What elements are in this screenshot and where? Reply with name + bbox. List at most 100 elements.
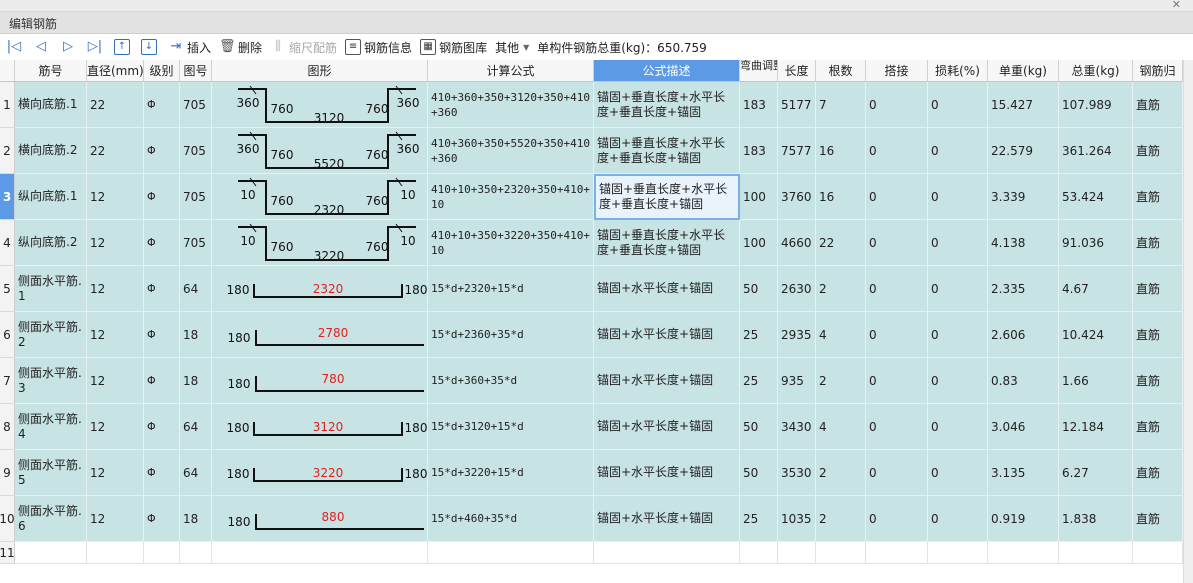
- cell-length[interactable]: 5177: [778, 82, 816, 128]
- cell-fig[interactable]: 705: [180, 82, 212, 128]
- cell-formula[interactable]: 410+360+350+5520+350+410+360: [428, 128, 594, 174]
- cell-count[interactable]: 16: [816, 174, 866, 220]
- cell-fig[interactable]: 64: [180, 266, 212, 312]
- cell-grade[interactable]: Φ: [144, 312, 180, 358]
- cell-name[interactable]: 纵向底筋.2: [15, 220, 87, 266]
- insert-button[interactable]: ⇥ 插入: [168, 36, 211, 58]
- column-header[interactable]: 搭接: [866, 60, 928, 82]
- cell-unit_w[interactable]: 22.579: [988, 128, 1059, 174]
- cell-lap[interactable]: 0: [866, 128, 928, 174]
- cell-empty[interactable]: [144, 542, 180, 564]
- cell-dia[interactable]: 12: [87, 496, 144, 542]
- cell-bend[interactable]: 100: [740, 220, 778, 266]
- cell-length[interactable]: 2935: [778, 312, 816, 358]
- cell-empty[interactable]: [816, 542, 866, 564]
- row-number[interactable]: 11: [0, 542, 15, 564]
- cell-lap[interactable]: 0: [866, 496, 928, 542]
- table-row-empty[interactable]: 11: [0, 542, 1183, 564]
- cell-desc[interactable]: 锚固+水平长度+锚固: [594, 404, 740, 450]
- cell-dia[interactable]: 22: [87, 128, 144, 174]
- cell-fig[interactable]: 18: [180, 496, 212, 542]
- column-header[interactable]: 总重(kg): [1059, 60, 1133, 82]
- cell-name[interactable]: 侧面水平筋.4: [15, 404, 87, 450]
- cell-desc[interactable]: 锚固+垂直长度+水平长度+垂直长度+锚固: [594, 128, 740, 174]
- cell-bend[interactable]: 183: [740, 128, 778, 174]
- cell-dia[interactable]: 12: [87, 358, 144, 404]
- cell-bend[interactable]: 100: [740, 174, 778, 220]
- cell-type[interactable]: 直筋: [1133, 496, 1183, 542]
- cell-dia[interactable]: 12: [87, 266, 144, 312]
- cell-lap[interactable]: 0: [866, 220, 928, 266]
- table-row[interactable]: 9 侧面水平筋.5 12 Φ 64 180 3220 180 15*d+3220+15*d 锚固+…: [0, 450, 1183, 496]
- cell-name[interactable]: 侧面水平筋.6: [15, 496, 87, 542]
- row-number[interactable]: 6: [0, 312, 15, 358]
- cell-shape[interactable]: 180 2780: [212, 312, 428, 358]
- cell-type[interactable]: 直筋: [1133, 312, 1183, 358]
- cell-dia[interactable]: 12: [87, 404, 144, 450]
- cell-bend[interactable]: 183: [740, 82, 778, 128]
- cell-count[interactable]: 16: [816, 128, 866, 174]
- cell-shape[interactable]: 180 780: [212, 358, 428, 404]
- cell-bend[interactable]: 25: [740, 358, 778, 404]
- cell-count[interactable]: 2: [816, 450, 866, 496]
- cell-empty[interactable]: [988, 542, 1059, 564]
- cell-dia[interactable]: 12: [87, 174, 144, 220]
- cell-empty[interactable]: [866, 542, 928, 564]
- cell-count[interactable]: 4: [816, 312, 866, 358]
- cell-desc[interactable]: 锚固+水平长度+锚固: [594, 312, 740, 358]
- cell-shape[interactable]: 180 3220 180: [212, 450, 428, 496]
- cell-shape[interactable]: 360 760 3120 760 360: [212, 82, 428, 128]
- cell-bend[interactable]: 25: [740, 312, 778, 358]
- rebar-library-button[interactable]: ▦ 钢筋图库: [420, 36, 487, 58]
- cell-count[interactable]: 7: [816, 82, 866, 128]
- cell-type[interactable]: 直筋: [1133, 450, 1183, 496]
- first-record-button[interactable]: |◁: [6, 36, 25, 58]
- row-number[interactable]: 5: [0, 266, 15, 312]
- cell-formula[interactable]: 15*d+460+35*d: [428, 496, 594, 542]
- column-header[interactable]: 损耗(%): [928, 60, 988, 82]
- cell-bend[interactable]: 50: [740, 450, 778, 496]
- cell-grade[interactable]: Φ: [144, 266, 180, 312]
- cell-grade[interactable]: Φ: [144, 174, 180, 220]
- close-icon[interactable]: ✕: [1172, 0, 1181, 11]
- cell-loss[interactable]: 0: [928, 220, 988, 266]
- cell-total_w[interactable]: 10.424: [1059, 312, 1133, 358]
- cell-type[interactable]: 直筋: [1133, 358, 1183, 404]
- cell-name[interactable]: 横向底筋.2: [15, 128, 87, 174]
- cell-type[interactable]: 直筋: [1133, 174, 1183, 220]
- cell-unit_w[interactable]: 15.427: [988, 82, 1059, 128]
- row-number[interactable]: 4: [0, 220, 15, 266]
- column-header[interactable]: 图形: [212, 60, 428, 82]
- rebar-info-button[interactable]: ≡ 钢筋信息: [345, 36, 412, 58]
- cell-dia[interactable]: 12: [87, 220, 144, 266]
- cell-count[interactable]: 2: [816, 266, 866, 312]
- cell-unit_w[interactable]: 0.919: [988, 496, 1059, 542]
- column-header[interactable]: 长度: [778, 60, 816, 82]
- cell-total_w[interactable]: 53.424: [1059, 174, 1133, 220]
- cell-formula[interactable]: 410+360+350+3120+350+410+360: [428, 82, 594, 128]
- cell-bend[interactable]: 50: [740, 404, 778, 450]
- cell-unit_w[interactable]: 0.83: [988, 358, 1059, 404]
- cell-fig[interactable]: 18: [180, 358, 212, 404]
- table-row[interactable]: 10 侧面水平筋.6 12 Φ 18 180 880 15*d+460+35*d 锚固+水平长度…: [0, 496, 1183, 542]
- cell-lap[interactable]: 0: [866, 312, 928, 358]
- cell-grade[interactable]: Φ: [144, 496, 180, 542]
- cell-fig[interactable]: 18: [180, 312, 212, 358]
- table-row[interactable]: 3 纵向底筋.1 12 Φ 705 10 760 2320 760 10 410+10+350+23…: [0, 174, 1183, 220]
- cell-length[interactable]: 3760: [778, 174, 816, 220]
- cell-loss[interactable]: 0: [928, 404, 988, 450]
- cell-total_w[interactable]: 12.184: [1059, 404, 1133, 450]
- other-dropdown[interactable]: 其他 ▼: [495, 36, 529, 58]
- cell-loss[interactable]: 0: [928, 82, 988, 128]
- cell-shape[interactable]: 180 880: [212, 496, 428, 542]
- move-down-button[interactable]: ↓: [141, 36, 160, 58]
- row-number[interactable]: 10: [0, 496, 15, 542]
- cell-count[interactable]: 2: [816, 358, 866, 404]
- cell-formula[interactable]: 410+10+350+2320+350+410+10: [428, 174, 594, 220]
- last-record-button[interactable]: ▷|: [87, 36, 106, 58]
- cell-name[interactable]: 侧面水平筋.1: [15, 266, 87, 312]
- next-record-button[interactable]: ▷: [60, 36, 79, 58]
- cell-grade[interactable]: Φ: [144, 82, 180, 128]
- table-row[interactable]: 1 横向底筋.1 22 Φ 705 360 760 3120 760 360 410+360+350…: [0, 82, 1183, 128]
- cell-formula[interactable]: 15*d+3120+15*d: [428, 404, 594, 450]
